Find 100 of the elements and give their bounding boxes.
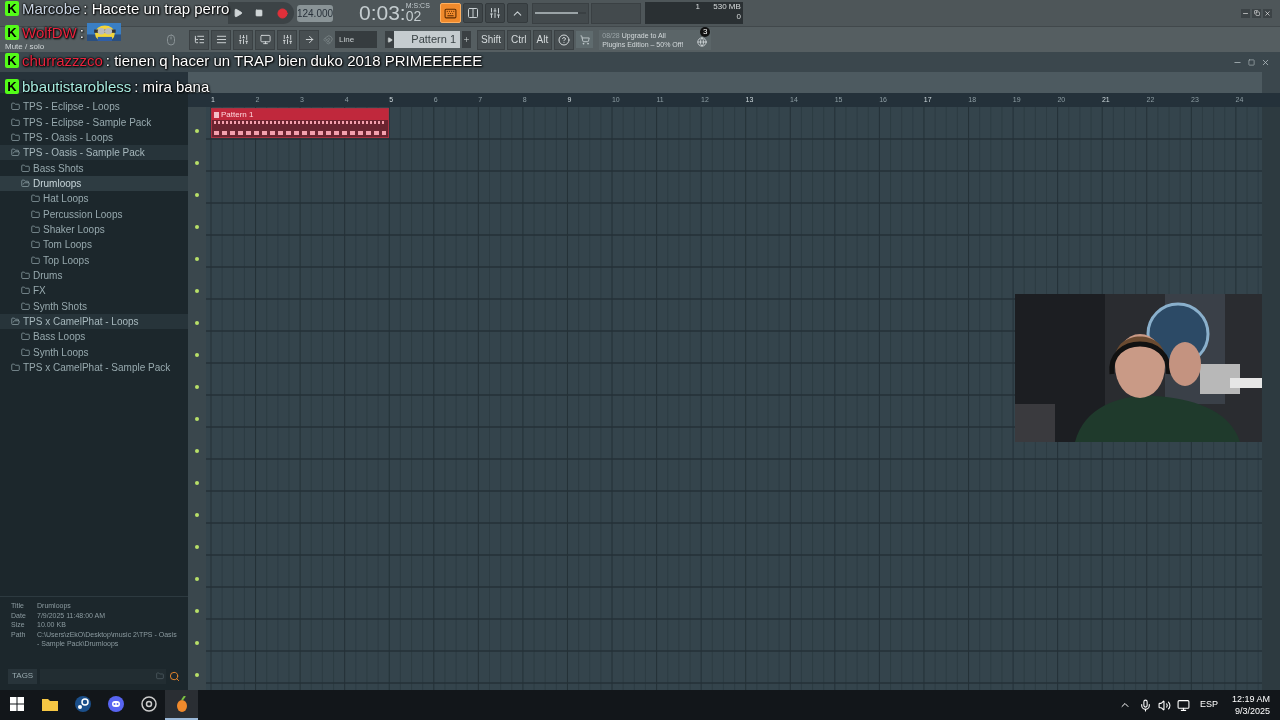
scrollbar-track[interactable] xyxy=(1262,107,1280,690)
sliders-toggle[interactable] xyxy=(484,3,505,23)
hint-text: Mute / solo xyxy=(5,42,46,51)
folder-icon xyxy=(41,697,58,711)
track-led-icon[interactable] xyxy=(195,609,199,613)
browser-folder-item[interactable]: Synth Loops xyxy=(0,344,188,360)
snap-dropdown[interactable]: Line xyxy=(335,31,377,48)
channel-rack-button[interactable] xyxy=(211,29,231,50)
sliders-icon xyxy=(237,34,249,45)
browser-folder-item[interactable]: Hat Loops xyxy=(0,191,188,207)
browser-folder-item[interactable]: Tom Loops xyxy=(0,237,188,253)
browser-folder-item[interactable]: TPS - Eclipse - Sample Pack xyxy=(0,114,188,130)
arrow-button[interactable] xyxy=(299,29,319,50)
folder-icon xyxy=(31,194,40,204)
network-icon[interactable] xyxy=(1176,698,1190,712)
browser-folder-item[interactable]: FX xyxy=(0,283,188,299)
folder-icon xyxy=(21,332,30,342)
browser-folder-item[interactable]: TPS - Oasis - Sample Pack xyxy=(0,145,188,161)
language-indicator[interactable]: ESP xyxy=(1199,698,1218,712)
folder-icon xyxy=(11,102,20,112)
taskbar-app-button[interactable] xyxy=(165,690,198,720)
browser-folder-item[interactable]: Bass Loops xyxy=(0,329,188,345)
restore-button[interactable] xyxy=(1252,8,1261,18)
track-led-icon[interactable] xyxy=(195,513,199,517)
folder-icon xyxy=(21,301,30,311)
chat-username: Marcobe xyxy=(22,0,81,17)
track-led-icon[interactable] xyxy=(195,353,199,357)
playlist-button[interactable] xyxy=(255,29,275,50)
track-led-icon[interactable] xyxy=(195,385,199,389)
track-led-icon[interactable] xyxy=(195,449,199,453)
track-led-icon[interactable] xyxy=(195,161,199,165)
folder-open-icon xyxy=(11,148,20,158)
minimize-button[interactable] xyxy=(1241,8,1250,18)
browser-folder-item[interactable]: Synth Shots xyxy=(0,298,188,314)
microphone-icon[interactable] xyxy=(1138,698,1152,712)
browser-button[interactable] xyxy=(189,29,209,50)
modifier-key-button[interactable]: Ctrl xyxy=(507,29,531,50)
track-led-icon[interactable] xyxy=(195,417,199,421)
track-led-icon[interactable] xyxy=(195,673,199,677)
track-led-icon[interactable] xyxy=(195,545,199,549)
track-led-icon[interactable] xyxy=(195,641,199,645)
browser-folder-item[interactable]: Shaker Loops xyxy=(0,221,188,238)
tempo-display[interactable]: 124.000 xyxy=(297,4,333,22)
browser-folder-item[interactable]: Drums xyxy=(0,267,188,284)
volume-slider[interactable] xyxy=(531,2,589,24)
piano-roll-button[interactable] xyxy=(233,29,253,50)
volume-icon[interactable] xyxy=(1157,698,1171,712)
keyboard-toggle[interactable] xyxy=(439,3,461,23)
clip-label: Pattern 1 xyxy=(221,109,254,120)
steam-icon xyxy=(74,696,91,712)
shop-button[interactable] xyxy=(576,31,594,48)
track-led-icon[interactable] xyxy=(195,129,199,133)
caret-toggle[interactable] xyxy=(506,3,528,23)
fruit-icon xyxy=(175,696,188,712)
kick-badge: K xyxy=(5,79,19,94)
browser-folder-item[interactable]: Top Loops xyxy=(0,252,188,268)
track-led-icon[interactable] xyxy=(195,225,199,229)
track-led-icon[interactable] xyxy=(195,289,199,293)
chat-message: : Hacete un trap perro xyxy=(83,0,230,17)
browser-folder-item[interactable]: Drumloops xyxy=(0,175,188,192)
tags-button[interactable]: TAGS xyxy=(8,668,38,684)
tags-field[interactable] xyxy=(40,668,166,684)
pattern-play-button[interactable] xyxy=(385,31,394,48)
play-icon xyxy=(386,36,393,43)
track-led-icon[interactable] xyxy=(195,193,199,197)
maximize-icon[interactable] xyxy=(1248,58,1255,66)
modifier-key-button[interactable]: Alt xyxy=(532,29,553,50)
browser-folder-item[interactable]: TPS x CamelPhat - Loops xyxy=(0,313,188,330)
chat-message: : xyxy=(79,23,84,41)
browser-folder-item[interactable]: Bass Shots xyxy=(0,160,188,176)
search-icon[interactable] xyxy=(169,670,180,682)
track-led-icon[interactable] xyxy=(195,577,199,581)
track-led-icon[interactable] xyxy=(195,257,199,261)
chat-username: churrazzzco xyxy=(22,52,103,69)
browser-folder-item[interactable]: TPS x CamelPhat - Sample Pack xyxy=(0,359,188,376)
track-led-icon[interactable] xyxy=(195,321,199,325)
cart-icon xyxy=(579,34,590,45)
help-icon xyxy=(558,33,571,46)
pattern-selector[interactable]: Pattern 1 xyxy=(394,31,460,48)
clock[interactable]: 12:19 AM 9/3/2025 xyxy=(1231,693,1270,717)
list-icon xyxy=(215,34,227,45)
kick-badge: K xyxy=(5,1,19,16)
modifier-key-button[interactable]: Shift xyxy=(477,29,505,50)
columns-toggle[interactable] xyxy=(462,3,483,23)
browser-folder-item[interactable]: Percussion Loops xyxy=(0,206,188,222)
chat-username: bbautistarobless xyxy=(22,78,132,95)
news-count-badge: 3 xyxy=(700,26,711,37)
add-pattern-button[interactable] xyxy=(462,31,471,48)
memory-reading: 530 MB xyxy=(713,2,741,12)
chat-username: WolfDW xyxy=(22,23,77,41)
mixer-button[interactable] xyxy=(277,29,297,50)
close-icon[interactable] xyxy=(1261,57,1270,67)
browser-folder-item[interactable]: TPS - Oasis - Loops xyxy=(0,129,188,146)
close-button[interactable] xyxy=(1263,8,1272,18)
folder-open-icon xyxy=(21,178,30,188)
track-led-icon[interactable] xyxy=(195,481,199,485)
browser-folder-item[interactable]: TPS - Eclipse - Loops xyxy=(0,99,188,115)
help-button[interactable] xyxy=(554,29,575,50)
pattern-clip[interactable]: Pattern 1 xyxy=(211,108,389,138)
play-button[interactable] xyxy=(228,2,248,24)
